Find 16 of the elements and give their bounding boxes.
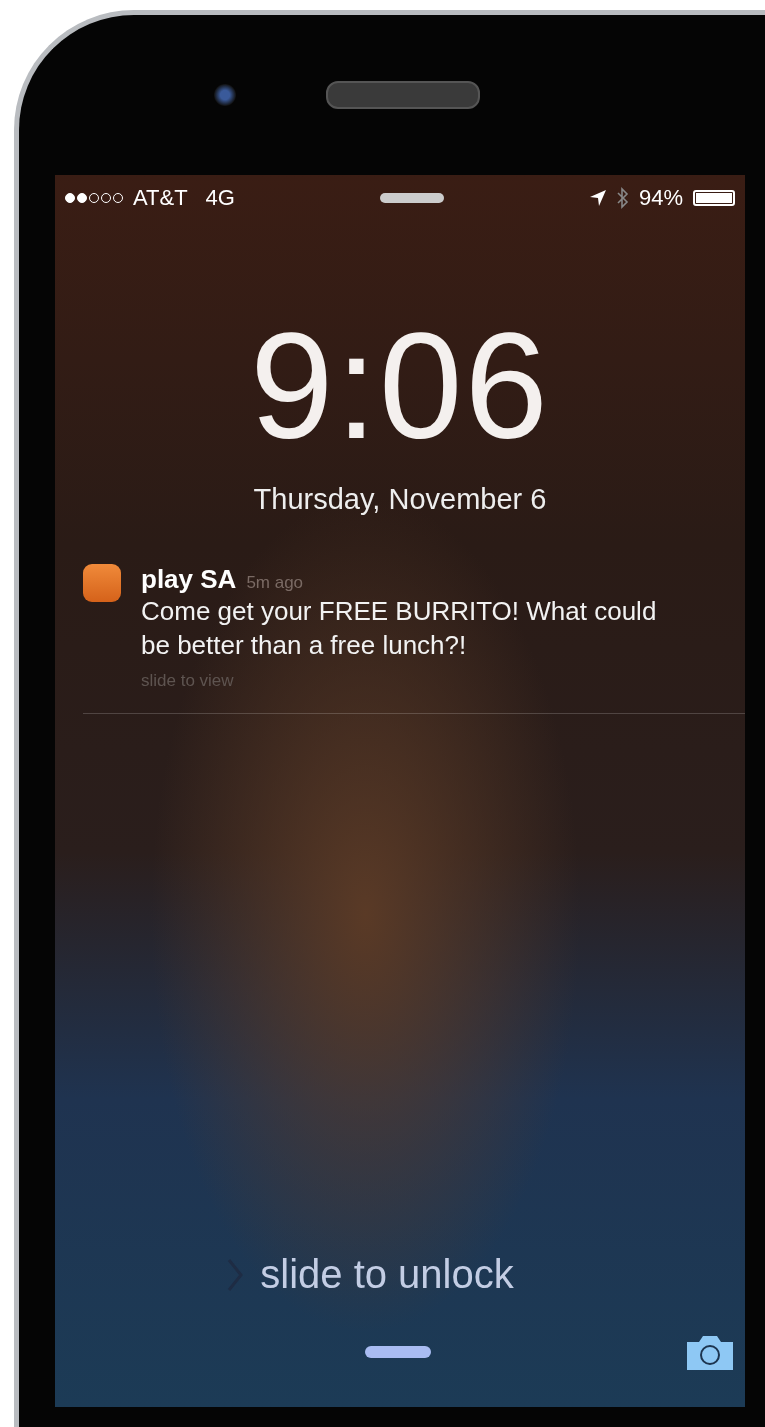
battery-icon bbox=[693, 190, 735, 206]
app-name: play SA bbox=[141, 564, 237, 595]
battery-percentage: 94% bbox=[638, 185, 683, 211]
notification-center-grabber[interactable] bbox=[379, 193, 444, 203]
date-text: Thursday, November 6 bbox=[252, 483, 548, 516]
carrier-name: AT&T bbox=[133, 185, 188, 211]
app-icon[interactable] bbox=[83, 564, 121, 602]
notification-message[interactable]: Come get your FREE BURRITO! What could be better than a free lunch?! bbox=[141, 595, 661, 663]
front-camera-icon bbox=[213, 84, 236, 106]
location-arrow-icon bbox=[588, 189, 607, 207]
clock-time: 9:06 bbox=[249, 311, 551, 461]
notification-time: 5m ago bbox=[246, 573, 304, 593]
control-center-grabber[interactable] bbox=[365, 1346, 431, 1358]
slide-to-unlock-text: slide to unlock bbox=[260, 1252, 514, 1297]
network-type: 4G bbox=[205, 185, 235, 211]
bluetooth-icon bbox=[616, 187, 629, 209]
